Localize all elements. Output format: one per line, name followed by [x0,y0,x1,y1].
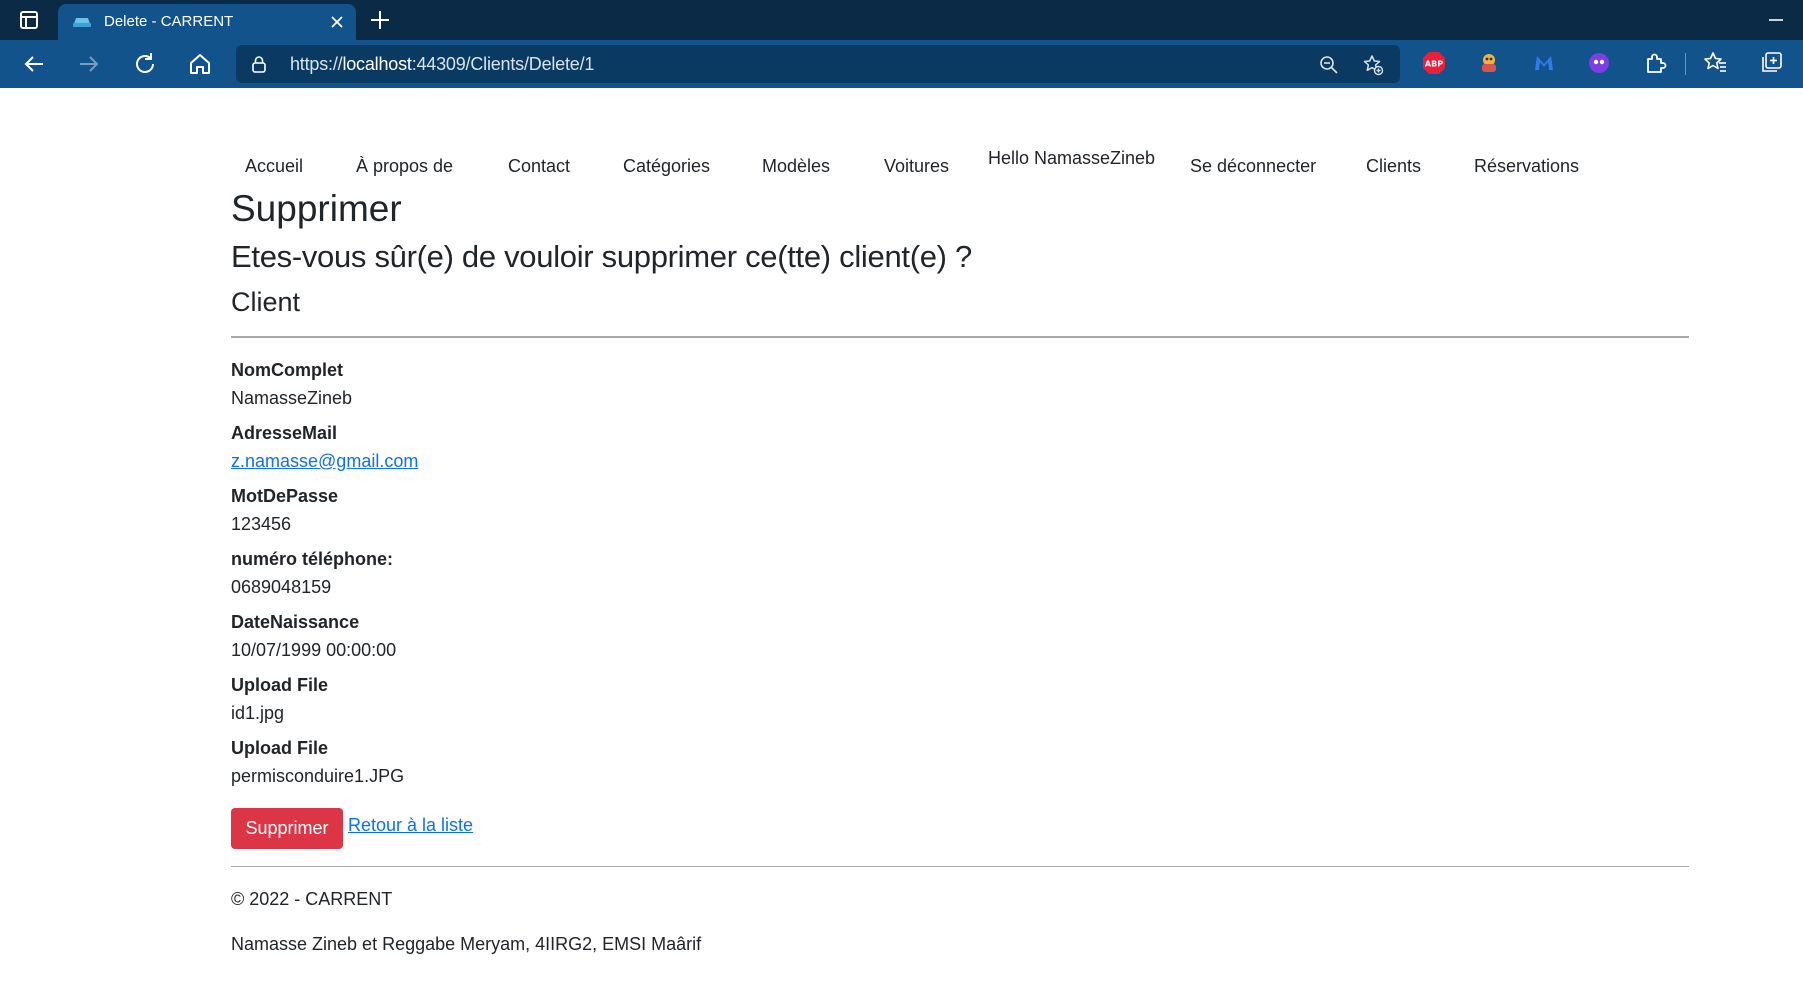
field-value-datenaissance: 10/07/1999 00:00:00 [231,640,397,660]
extension-face-icon[interactable] [1586,50,1612,76]
confirm-question: Etes-vous sûr(e) de vouloir supprimer ce… [231,239,972,274]
field-value-nomcomplet: NamasseZineb [231,388,353,408]
close-tab-icon[interactable] [328,13,346,31]
footer-divider [231,866,1689,867]
page-viewport: Accueil À propos de Contact Catégories M… [0,88,1803,989]
adblock-plus-icon[interactable]: ABP [1421,50,1447,76]
tab-title: Delete - CARRENT [104,13,234,30]
field-label-upload-file-2: Upload File [231,738,329,758]
field-value-adressemail: z.namasse@gmail.com [231,451,418,472]
lock-icon[interactable] [250,55,268,73]
toolbar-separator [1685,53,1686,75]
back-to-list-link[interactable]: Retour à la liste [348,815,473,836]
refresh-icon[interactable] [131,50,159,78]
nav-modeles[interactable]: Modèles [762,156,830,177]
field-label-datenaissance: DateNaissance [231,612,360,632]
page-title: Supprimer [231,188,402,229]
browser-tab-active[interactable]: Delete - CARRENT [58,4,356,40]
field-value-upload-file-2: permisconduire1.JPG [231,766,405,786]
delete-button[interactable]: Supprimer [231,808,343,849]
url-text: https://localhost:44309/Clients/Delete/1 [290,54,595,74]
home-icon[interactable] [186,50,214,78]
entity-heading: Client [231,287,301,317]
nav-clients[interactable]: Clients [1366,156,1421,177]
svg-text:ABP: ABP [1425,60,1443,69]
forward-icon[interactable] [75,50,103,78]
nav-categories[interactable]: Catégories [623,156,710,177]
tab-actions-icon[interactable] [17,8,41,32]
minimize-icon[interactable] [1764,8,1788,32]
nav-a-propos[interactable]: À propos de [356,156,453,177]
field-label-telephone: numéro téléphone: [231,549,394,569]
email-link[interactable]: z.namasse@gmail.com [231,451,418,471]
add-favorite-icon[interactable] [1362,54,1384,76]
zoom-out-icon[interactable] [1318,54,1340,76]
field-value-motdepasse: 123456 [231,514,292,534]
browser-toolbar: https://localhost:44309/Clients/Delete/1… [0,40,1803,88]
footer-copyright: © 2022 - CARRENT [231,889,393,909]
footer-authors: Namasse Zineb et Reggabe Meryam, 4IIRG2,… [231,934,702,954]
nav-reservations[interactable]: Réservations [1474,156,1579,177]
back-icon[interactable] [20,50,48,78]
favorites-icon[interactable] [1702,50,1728,76]
divider [231,336,1689,338]
malwarebytes-icon[interactable] [1531,50,1557,76]
car-favicon-icon [73,18,91,27]
extension-icon[interactable] [1476,50,1502,76]
site-navbar: Accueil À propos de Contact Catégories M… [0,88,1803,188]
new-tab-icon[interactable] [368,8,392,32]
nav-accueil[interactable]: Accueil [245,156,303,177]
nav-hello-user[interactable]: Hello NamasseZineb [988,148,1155,169]
nav-voitures[interactable]: Voitures [884,156,949,177]
field-label-upload-file-1: Upload File [231,675,329,695]
field-value-upload-file-1: id1.jpg [231,703,285,723]
nav-contact[interactable]: Contact [508,156,570,177]
field-value-telephone: 0689048159 [231,577,332,597]
collections-icon[interactable] [1758,50,1784,76]
browser-tab-bar: Delete - CARRENT [0,0,1803,40]
address-bar[interactable]: https://localhost:44309/Clients/Delete/1 [236,45,1400,83]
field-label-nomcomplet: NomComplet [231,360,343,380]
extensions-puzzle-icon[interactable] [1642,50,1668,76]
field-label-adressemail: AdresseMail [231,423,338,443]
field-label-motdepasse: MotDePasse [231,486,339,506]
nav-se-deconnecter[interactable]: Se déconnecter [1190,156,1316,177]
